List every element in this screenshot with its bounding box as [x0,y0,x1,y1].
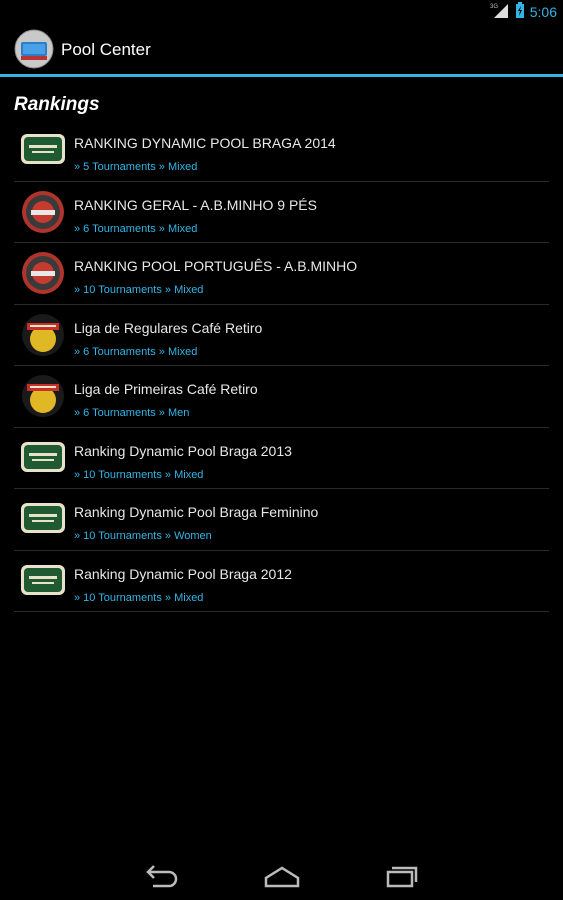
dynamic-pool-logo-icon [19,559,67,603]
network-type: 3G [490,4,498,10]
cafe-retiro-logo-icon [19,374,67,418]
list-item[interactable]: RANKING GERAL - A.B.MINHO 9 PÉS » 6 Tour… [14,182,549,243]
action-bar: Pool Center [0,24,563,74]
ranking-subtitle: » 10 Tournaments » Women [74,530,212,542]
battery-icon [515,1,525,23]
pool-table-icon[interactable] [14,29,54,69]
ranking-subtitle: » 6 Tournaments » Men [74,407,190,419]
ranking-title: Liga de Primeiras Café Retiro [74,381,258,397]
status-bar: 3G 5:06 [0,0,563,24]
list-item[interactable]: Ranking Dynamic Pool Braga 2012 » 10 Tou… [14,551,549,612]
list-item[interactable]: RANKING DYNAMIC POOL BRAGA 2014 » 5 Tour… [14,120,549,182]
ranking-subtitle: » 10 Tournaments » Mixed [74,284,204,296]
action-bar-divider [0,74,563,77]
ranking-title: Ranking Dynamic Pool Braga 2013 [74,442,292,459]
ab-minho-logo-icon [19,190,67,234]
dynamic-pool-logo-icon [19,436,67,480]
list-item[interactable]: Ranking Dynamic Pool Braga Feminino » 10… [14,489,549,551]
signal-icon: 3G [490,2,510,23]
ab-minho-logo-icon [19,251,67,295]
ranking-subtitle: » 10 Tournaments » Mixed [74,468,204,481]
home-icon[interactable] [262,862,302,890]
clock: 5:06 [529,4,557,20]
ranking-title: RANKING DYNAMIC POOL BRAGA 2014 [74,135,336,151]
list-item[interactable]: Liga de Primeiras Café Retiro » 6 Tourna… [14,366,549,428]
section-title: Rankings [14,94,100,115]
ranking-subtitle: » 6 Tournaments » Mixed [74,222,198,235]
ranking-title: Liga de Regulares Café Retiro [74,319,263,336]
cafe-retiro-logo-icon [19,313,67,357]
status-icons: 3G 5:06 [490,1,557,23]
recent-apps-icon[interactable] [382,862,422,890]
ranking-title: RANKING GERAL - A.B.MINHO 9 PÉS [74,196,317,213]
ranking-subtitle: » 10 Tournaments » Mixed [74,591,204,604]
list-item[interactable]: RANKING POOL PORTUGUÊS - A.B.MINHO » 10 … [14,243,549,305]
list-item[interactable]: Liga de Regulares Café Retiro » 6 Tourna… [14,305,549,366]
ranking-subtitle: » 5 Tournaments » Mixed [74,161,198,173]
app-title: Pool Center [61,40,151,59]
ranking-title: Ranking Dynamic Pool Braga Feminino [74,504,319,520]
back-icon[interactable] [141,862,181,890]
ranking-title: Ranking Dynamic Pool Braga 2012 [74,565,292,582]
list-item[interactable]: Ranking Dynamic Pool Braga 2013 » 10 Tou… [14,428,549,489]
navigation-bar [0,852,563,900]
rankings-list: RANKING DYNAMIC POOL BRAGA 2014 » 5 Tour… [14,120,549,612]
ranking-title: RANKING POOL PORTUGUÊS - A.B.MINHO [74,258,358,274]
dynamic-pool-logo-icon [19,128,67,172]
dynamic-pool-logo-icon [19,497,67,541]
ranking-subtitle: » 6 Tournaments » Mixed [74,345,198,358]
